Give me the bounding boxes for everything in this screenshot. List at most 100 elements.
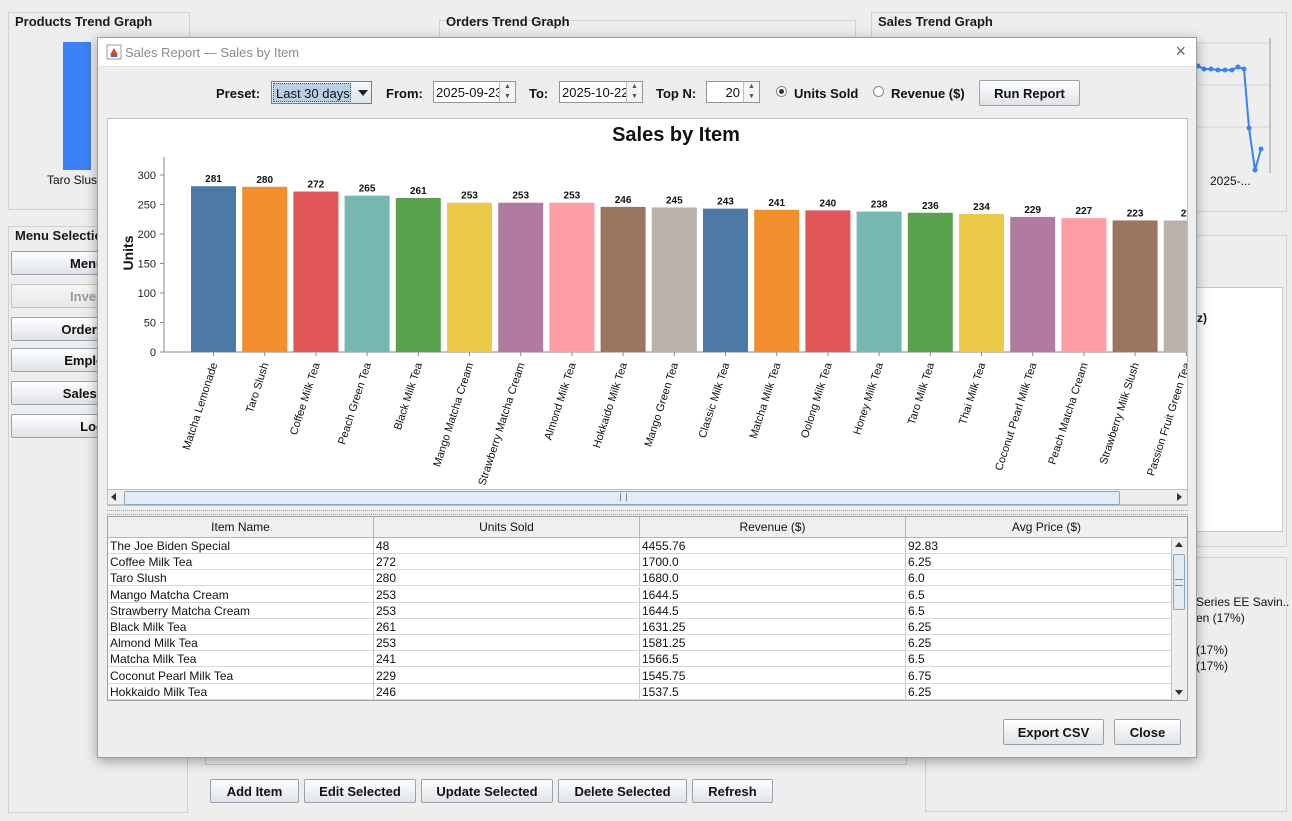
split-pane-divider[interactable]	[107, 510, 1188, 515]
table-cell[interactable]: 6.5	[906, 651, 1172, 668]
bar-value-label: 272	[308, 180, 325, 191]
table-cell[interactable]: 253	[374, 635, 640, 652]
table-cell[interactable]: 1680.0	[640, 570, 906, 587]
table-cell[interactable]: 246	[374, 683, 640, 700]
add-item-button[interactable]: Add Item	[210, 779, 299, 803]
table-cell[interactable]: 4455.76	[640, 538, 906, 554]
table-cell[interactable]: 6.5	[906, 587, 1172, 603]
export-csv-button[interactable]: Export CSV	[1003, 719, 1104, 745]
category-label: Hokkaido Milk Tea	[591, 360, 630, 449]
products-bar	[63, 42, 91, 170]
category-label: Strawberry Milk Slush	[1098, 361, 1142, 466]
category-label: Taro Milk Tea	[906, 360, 938, 426]
bar	[1010, 216, 1056, 352]
table-cell[interactable]: Taro Slush	[108, 570, 374, 587]
table-cell[interactable]: 1644.5	[640, 602, 906, 619]
table-cell[interactable]: 261	[374, 619, 640, 635]
revenue-radio[interactable]	[873, 86, 884, 97]
table-cell[interactable]: 6.25	[906, 684, 1172, 700]
table-cell[interactable]: 48	[374, 538, 640, 554]
edit-selected-button[interactable]: Edit Selected	[304, 779, 416, 803]
run-report-button[interactable]: Run Report	[979, 80, 1080, 106]
sales-trend-title: Sales Trend Graph	[878, 14, 993, 29]
topn-spinner[interactable]: ▲ ▼	[743, 82, 759, 102]
table-cell[interactable]: 1644.5	[640, 586, 906, 603]
table-cell[interactable]: 92.83	[906, 538, 1172, 554]
scroll-grip-icon	[620, 493, 627, 501]
bar	[600, 206, 646, 352]
table-cell[interactable]: Coffee Milk Tea	[108, 554, 374, 571]
delete-selected-button[interactable]: Delete Selected	[558, 779, 687, 803]
scroll-right-arrow-icon[interactable]	[1177, 493, 1182, 501]
units-sold-radio[interactable]	[776, 86, 787, 97]
bar-value-label: 281	[205, 174, 222, 185]
to-date-spinner[interactable]: ▲ ▼	[626, 82, 642, 102]
column-header-revenue[interactable]: Revenue ($)	[640, 517, 906, 538]
y-tick-label: 250	[138, 200, 156, 212]
chart-title: Sales by Item	[612, 124, 740, 146]
units-sold-label[interactable]: Units Sold	[794, 86, 858, 101]
scroll-down-arrow-icon[interactable]	[1175, 690, 1183, 695]
to-date-field[interactable]: 2025-10-22 ▲ ▼	[559, 81, 643, 103]
column-header-item-name[interactable]: Item Name	[108, 517, 374, 538]
table-cell[interactable]: The Joe Biden Special	[108, 538, 374, 554]
bar-value-label: 234	[973, 202, 990, 213]
sales-chart-panel: Sales by Item Units 0 50 100 150 200 250 300 281 M…	[107, 118, 1188, 506]
category-label: Classic Milk Tea	[697, 360, 733, 439]
table-vertical-scrollbar[interactable]	[1171, 538, 1187, 700]
table-cell[interactable]: 1566.5	[640, 651, 906, 668]
table-cell[interactable]: 253	[374, 586, 640, 603]
table-cell[interactable]: 6.5	[906, 603, 1172, 619]
refresh-button[interactable]: Refresh	[692, 779, 773, 803]
close-button[interactable]: Close	[1114, 719, 1181, 745]
table-cell[interactable]: 229	[374, 667, 640, 684]
table-cell[interactable]: 1700.0	[640, 554, 906, 571]
category-label: Peach Matcha Cream	[1046, 361, 1090, 466]
table-cell[interactable]: Almond Milk Tea	[108, 635, 374, 652]
table-cell[interactable]: Black Milk Tea	[108, 619, 374, 635]
table-cell[interactable]: 272	[374, 554, 640, 571]
table-cell[interactable]: 1537.5	[640, 683, 906, 700]
table-cell[interactable]: 280	[374, 570, 640, 587]
table-cell[interactable]: 253	[374, 602, 640, 619]
table-cell[interactable]: 1545.75	[640, 667, 906, 684]
scroll-up-arrow-icon[interactable]	[1175, 542, 1183, 547]
table-cell[interactable]: Coconut Pearl Milk Tea	[108, 667, 374, 684]
table-cell[interactable]: 1581.25	[640, 635, 906, 652]
category-label: Peach Green Tea	[336, 360, 374, 446]
column-header-units-sold[interactable]: Units Sold	[374, 517, 640, 538]
table-cell[interactable]: 6.75	[906, 668, 1172, 684]
sales-trend-line	[1192, 38, 1271, 173]
preset-dropdown[interactable]: Last 30 days	[271, 81, 372, 104]
y-tick-label: 150	[138, 259, 156, 271]
bar	[498, 202, 544, 352]
topn-field[interactable]: 20 ▲ ▼	[706, 81, 760, 103]
from-date-field[interactable]: 2025-09-23 ▲ ▼	[433, 81, 516, 103]
table-cell[interactable]: Strawberry Matcha Cream	[108, 602, 374, 619]
table-cell[interactable]: 1631.25	[640, 619, 906, 635]
chart-horizontal-scrollbar[interactable]	[107, 489, 1188, 505]
table-cell[interactable]: 6.25	[906, 554, 1172, 571]
table-cell[interactable]: 6.0	[906, 570, 1172, 587]
category-label: Taro Slush	[244, 361, 271, 414]
table-cell[interactable]: 241	[374, 651, 640, 668]
revenue-label[interactable]: Revenue ($)	[891, 86, 965, 101]
category-label: Matcha Lemonade	[181, 361, 221, 451]
table-cell[interactable]: Hokkaido Milk Tea	[108, 683, 374, 700]
column-header-avg-price[interactable]: Avg Price ($)	[906, 517, 1187, 538]
table-cell[interactable]: Mango Matcha Cream	[108, 586, 374, 603]
bar-value-label: 236	[922, 201, 939, 212]
bar-value-label: 246	[615, 195, 632, 206]
category-label: Coconut Pearl Milk Tea	[993, 360, 1040, 472]
table-cell[interactable]: 6.25	[906, 635, 1172, 652]
table-cell[interactable]: Matcha Milk Tea	[108, 651, 374, 668]
table-cell[interactable]: 6.25	[906, 619, 1172, 635]
scroll-left-arrow-icon[interactable]	[111, 493, 116, 501]
category-label: Oolong Milk Tea	[799, 360, 835, 439]
dialog-close-icon[interactable]: ×	[1175, 41, 1186, 62]
bar-value-label: 253	[461, 191, 478, 202]
sales-trend-x-label: 2025-...	[1210, 174, 1251, 188]
bar-value-label: 241	[768, 198, 785, 209]
update-selected-button[interactable]: Update Selected	[421, 779, 553, 803]
from-date-spinner[interactable]: ▲ ▼	[499, 82, 515, 102]
